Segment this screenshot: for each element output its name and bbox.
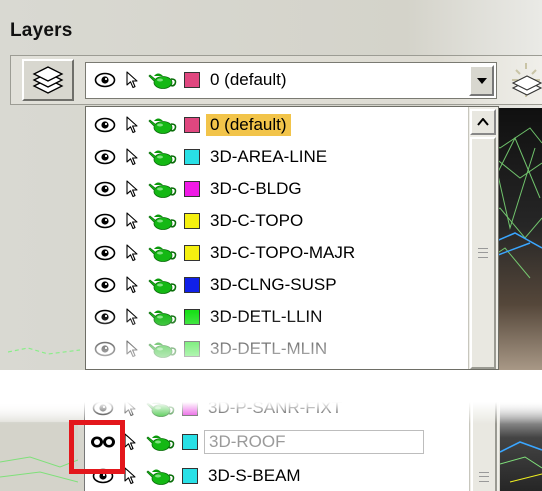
current-layer-row: 0 (default) [90, 65, 291, 95]
sun-tool-button[interactable] [509, 62, 542, 103]
layer-name: 3D-C-TOPO [210, 211, 304, 230]
layer-color-swatch[interactable] [182, 468, 198, 484]
layer-color-swatch[interactable] [184, 245, 200, 261]
teapot-icon[interactable] [142, 402, 180, 418]
eye-icon[interactable] [90, 341, 120, 357]
layer-color-swatch[interactable] [184, 181, 200, 197]
detail-layer-row[interactable]: 3D-ROOF [88, 427, 424, 457]
cursor-arrow-icon[interactable] [120, 308, 144, 326]
layers-palette: Layers 0 (default) 0 (default) 3D-AREA-L… [0, 0, 542, 370]
layer-color-swatch[interactable] [184, 149, 200, 165]
layer-color-swatch[interactable] [182, 402, 198, 416]
viewport-edge-line [8, 347, 80, 355]
cursor-arrow-icon[interactable] [120, 244, 144, 262]
scrollbar-thumb[interactable] [470, 137, 496, 369]
dropdown-button[interactable] [469, 65, 494, 96]
detail-layer-row[interactable]: 3D-P-SANR-FIXT [88, 402, 346, 423]
current-layer-color-swatch [184, 72, 200, 88]
teapot-icon[interactable] [144, 147, 182, 167]
detail-viewport-right [499, 402, 542, 491]
eye-icon[interactable] [90, 149, 120, 165]
layer-row[interactable]: 3D-DETL-MLIN [90, 334, 331, 364]
cursor-arrow-icon [120, 71, 144, 89]
eye-icon[interactable] [90, 117, 120, 133]
layer-row[interactable]: 3D-AREA-LINE [90, 142, 331, 172]
teapot-icon[interactable] [142, 432, 180, 452]
eye-icon[interactable] [88, 402, 118, 416]
cursor-arrow-icon[interactable] [120, 276, 144, 294]
cursor-arrow-icon[interactable] [120, 180, 144, 198]
layer-name: 3D-S-BEAM [208, 466, 301, 485]
eye-icon[interactable] [90, 277, 120, 293]
layer-row[interactable]: 3D-C-BLDG [90, 174, 306, 204]
sun-icon [511, 63, 542, 97]
detail-scrollbar-thumb[interactable] [471, 402, 497, 491]
layer-manager-button[interactable] [22, 59, 74, 101]
teapot-icon[interactable] [144, 211, 182, 231]
layer-name: 3D-AREA-LINE [210, 147, 328, 166]
layer-color-swatch[interactable] [184, 117, 200, 133]
cursor-arrow-icon[interactable] [120, 116, 144, 134]
teapot-icon[interactable] [144, 339, 182, 359]
layer-color-swatch[interactable] [182, 434, 198, 450]
teapot-icon[interactable] [144, 179, 182, 199]
teapot-icon[interactable] [144, 243, 182, 263]
layer-list[interactable]: 0 (default) 3D-AREA-LINE 3D-C-BLDG 3D-C-TOP… [85, 106, 499, 370]
layer-name: 3D-CLNG-SUSP [210, 275, 337, 294]
eye-icon[interactable] [90, 181, 120, 197]
current-layer-name: 0 (default) [210, 70, 287, 89]
layer-name: 3D-DETL-LLIN [210, 307, 323, 326]
layers-stack-icon [32, 66, 64, 94]
eye-icon[interactable] [90, 245, 120, 261]
layer-name: 3D-ROOF [204, 430, 424, 454]
layer-name: 3D-DETL-MLIN [210, 339, 328, 358]
layer-color-swatch[interactable] [184, 309, 200, 325]
scroll-up-arrow-icon [477, 118, 489, 126]
current-layer-dropdown[interactable]: 0 (default) [85, 62, 497, 99]
cursor-arrow-icon[interactable] [118, 402, 142, 417]
layer-name: 3D-C-BLDG [210, 179, 302, 198]
teapot-icon[interactable] [144, 307, 182, 327]
layer-color-swatch[interactable] [184, 277, 200, 293]
cursor-arrow-icon[interactable] [120, 340, 144, 358]
detail-viewport-left [0, 422, 79, 491]
layer-row[interactable]: 0 (default) [90, 110, 291, 140]
teapot-icon[interactable] [142, 466, 180, 486]
layer-row[interactable]: 3D-C-TOPO-MAJR [90, 238, 359, 268]
eye-icon[interactable] [90, 213, 120, 229]
teapot-icon [144, 70, 182, 90]
scroll-up-button[interactable] [470, 109, 496, 135]
detail-layer-list[interactable]: 3D-P-SANR-FIXT 3D-ROOF 3D-S-BEAM [84, 402, 499, 491]
layer-row[interactable]: 3D-C-TOPO [90, 206, 307, 236]
eye-icon[interactable] [90, 309, 120, 325]
detail-scrollbar-grip [479, 471, 489, 482]
eye-icon [90, 72, 120, 88]
layer-color-swatch[interactable] [184, 341, 200, 357]
layer-name: 3D-C-TOPO-MAJR [210, 243, 356, 262]
layer-row[interactable]: 3D-DETL-LLIN [90, 302, 326, 332]
cursor-arrow-icon[interactable] [120, 212, 144, 230]
layer-color-swatch[interactable] [184, 213, 200, 229]
layer-row[interactable]: 3D-CLNG-SUSP [90, 270, 341, 300]
teapot-icon[interactable] [144, 275, 182, 295]
layer-name: 0 (default) [206, 114, 291, 136]
detail-scrollbar[interactable] [469, 402, 499, 491]
teapot-icon[interactable] [144, 115, 182, 135]
palette-title: Layers [10, 20, 73, 41]
list-scrollbar[interactable] [468, 107, 498, 369]
chevron-down-icon [476, 77, 487, 84]
layer-name: 3D-P-SANR-FIXT [208, 402, 343, 417]
scrollbar-grip [478, 248, 488, 258]
cursor-arrow-icon[interactable] [120, 148, 144, 166]
hidden-layer-highlight [69, 420, 125, 474]
